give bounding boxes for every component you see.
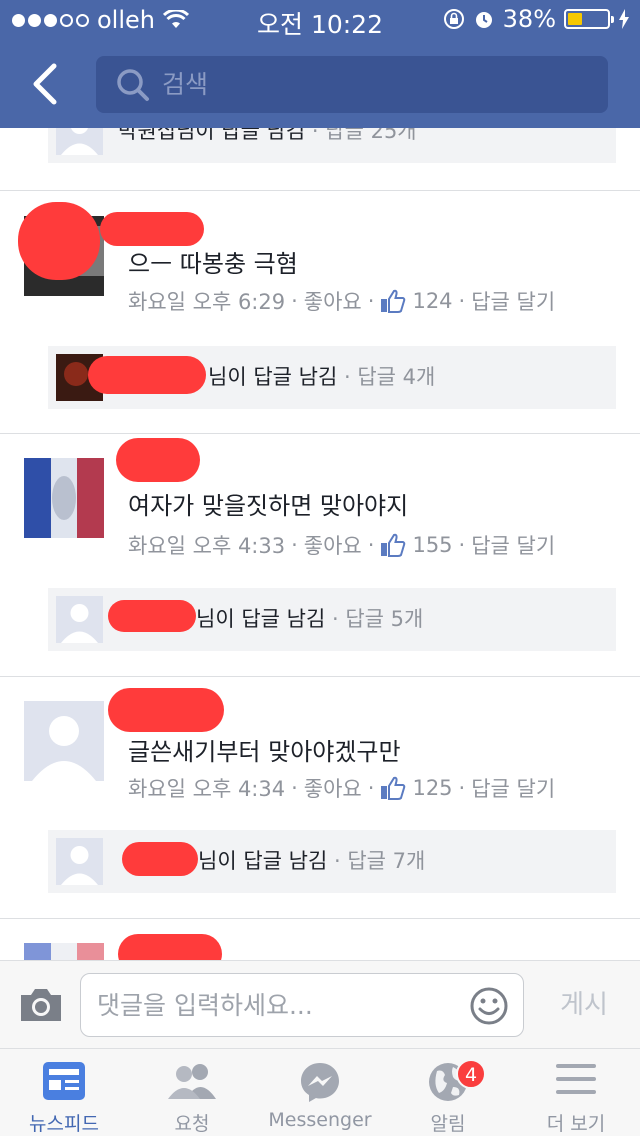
redaction-mark [116, 438, 200, 482]
tab-more[interactable]: 더 보기 [512, 1049, 640, 1136]
reply-summary-text: 님이 답글 남김 · 답글 5개 [196, 607, 424, 631]
commenter-avatar[interactable] [24, 943, 104, 960]
back-button[interactable] [26, 62, 66, 106]
reply-author: 님이 답글 남김 [196, 607, 326, 631]
redaction-mark [108, 600, 196, 632]
reply-avatar [56, 128, 103, 155]
tab-label: Messenger [268, 1109, 372, 1131]
reply-summary[interactable]: 님이 답글 남김 · 답글 5개 [48, 588, 616, 651]
battery-level [568, 13, 583, 25]
search-bar[interactable] [96, 56, 608, 113]
reply-link[interactable]: 답글 달기 [471, 773, 555, 803]
camera-button[interactable] [18, 987, 64, 1023]
status-right: 38% [443, 5, 630, 33]
news-feed-icon [43, 1062, 85, 1100]
reply-summary[interactable]: 님이 답글 남김 · 답글 4개 [48, 346, 616, 409]
reply-summary-text: 님이 답글 남김 · 답글 7개 [198, 849, 426, 873]
like-count: 124 [412, 289, 453, 313]
redaction-mark [118, 934, 222, 960]
tab-label: 뉴스피드 [29, 1113, 99, 1135]
charging-icon [619, 9, 629, 29]
comment-composer: 게시 [0, 960, 640, 1048]
reply-count: 답글 4개 [357, 365, 436, 389]
like-link[interactable]: 좋아요 [304, 530, 362, 560]
search-input[interactable] [162, 56, 592, 113]
reply-summary[interactable]: 박원집님이 답글 남김 · 답글 25개 [48, 128, 616, 163]
tab-requests[interactable]: 요청 [128, 1049, 256, 1136]
comment-meta: 화요일 오후 6:29 · 좋아요 · 124 · 답글 달기 [128, 286, 555, 316]
menu-icon [556, 1064, 596, 1094]
tab-news-feed[interactable]: 뉴스피드 [0, 1049, 128, 1136]
battery-percent: 38% [502, 5, 556, 33]
reply-author: 님이 답글 남김 [198, 849, 328, 873]
friend-requests-icon [168, 1064, 216, 1099]
comment-time: 화요일 오후 4:34 [128, 777, 286, 801]
reply-summary[interactable]: 님이 답글 남김 · 답글 7개 [48, 830, 616, 893]
tab-messenger[interactable]: Messenger [256, 1049, 384, 1136]
reply-avatar [56, 596, 103, 643]
tab-bar: 뉴스피드 요청 Messenger 4 알림 더 보기 [0, 1048, 640, 1136]
reply-summary-text: 님이 답글 남김 · 답글 4개 [208, 365, 436, 389]
comment-text: 글쓴새기부터 맞아야겠구만 [128, 738, 401, 766]
reply-count: 답글 7개 [347, 849, 426, 873]
comment-text: 여자가 맞을짓하면 맞아야지 [128, 492, 409, 520]
tab-label: 요청 [174, 1113, 210, 1135]
comment-time: 화요일 오후 4:33 [128, 534, 286, 558]
comment-input[interactable] [97, 974, 457, 1036]
status-bar: olleh 오전 10:22 38% [0, 0, 640, 40]
reply-link[interactable]: 답글 달기 [471, 530, 555, 560]
reply-count: 답글 25개 [325, 128, 417, 143]
like-link[interactable]: 좋아요 [304, 773, 362, 803]
reply-count: 답글 5개 [345, 607, 424, 631]
divider [0, 676, 640, 677]
reply-summary-text: 박원집님이 답글 남김 · 답글 25개 [118, 128, 417, 163]
search-icon [117, 69, 149, 101]
commenter-avatar[interactable] [24, 701, 104, 781]
notification-badge: 4 [456, 1059, 486, 1089]
like-thumb-icon [381, 289, 406, 313]
reply-author: 님이 답글 남김 [208, 365, 338, 389]
battery-icon [564, 9, 614, 29]
tab-label: 더 보기 [546, 1113, 606, 1135]
divider [0, 433, 640, 434]
comment-meta: 화요일 오후 4:34 · 좋아요 · 125 · 답글 달기 [128, 773, 555, 803]
reply-avatar [56, 838, 103, 885]
redaction-mark [88, 356, 206, 394]
divider [0, 190, 640, 191]
tab-label: 알림 [430, 1113, 466, 1135]
tab-notifications[interactable]: 4 알림 [384, 1049, 512, 1136]
comment-field[interactable] [80, 973, 524, 1037]
messenger-icon [301, 1063, 339, 1102]
alarm-icon [475, 12, 492, 28]
redaction-mark [122, 842, 198, 876]
redaction-mark [18, 202, 100, 280]
rotation-lock-icon [443, 9, 464, 29]
comment-time: 화요일 오후 6:29 [128, 290, 286, 314]
reply-link[interactable]: 답글 달기 [471, 286, 555, 316]
comment-feed[interactable]: 박원집님이 답글 남김 · 답글 25개 으ㅡ 따봉충 극혐 화요일 오후 6:… [0, 128, 640, 960]
divider [0, 918, 640, 919]
comment-text: 으ㅡ 따봉충 극혐 [128, 250, 298, 278]
chevron-left-icon [33, 63, 57, 105]
redaction-mark [100, 212, 204, 246]
comment-meta: 화요일 오후 4:33 · 좋아요 · 155 · 답글 달기 [128, 530, 555, 560]
like-thumb-icon [381, 776, 406, 800]
emoji-button[interactable] [469, 986, 509, 1026]
commenter-avatar[interactable] [24, 458, 104, 538]
like-thumb-icon [381, 533, 406, 557]
like-count: 125 [412, 776, 453, 800]
like-count: 155 [412, 533, 453, 557]
redaction-mark [108, 688, 224, 732]
post-button[interactable]: 게시 [544, 985, 624, 1025]
like-link[interactable]: 좋아요 [304, 286, 362, 316]
smiley-icon [470, 987, 508, 1025]
app-header: olleh 오전 10:22 38% [0, 0, 640, 128]
camera-icon [21, 989, 61, 1021]
reply-author: 박원집님이 답글 남김 [118, 128, 306, 143]
